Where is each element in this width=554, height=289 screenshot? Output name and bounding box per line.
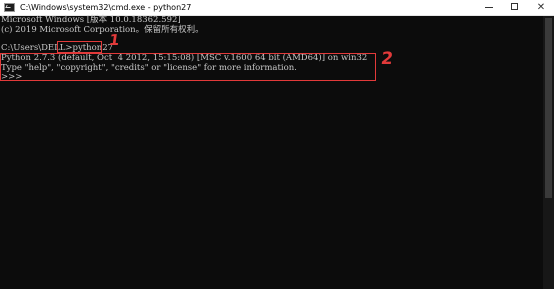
annotation-box-python-output (0, 53, 376, 81)
minimize-button[interactable] (476, 0, 502, 15)
title-bar[interactable]: C:\Windows\system32\cmd.exe - python27 ✕ (0, 0, 554, 16)
maximize-icon (511, 3, 518, 10)
close-button[interactable]: ✕ (528, 0, 554, 15)
scrollbar-thumb[interactable] (545, 18, 552, 198)
window-title: C:\Windows\system32\cmd.exe - python27 (20, 3, 192, 12)
annotation-label-1: 1 (107, 31, 121, 49)
minimize-icon (485, 7, 493, 8)
cmd-window: C:\Windows\system32\cmd.exe - python27 ✕… (0, 0, 554, 289)
cmd-icon (4, 3, 15, 12)
maximize-button[interactable] (502, 0, 528, 15)
console-line-copyright: (c) 2019 Microsoft Corporation。保留所有权利。 (1, 25, 204, 35)
close-icon: ✕ (536, 2, 546, 13)
annotation-label-2: 2 (379, 49, 395, 69)
annotation-box-command (57, 41, 102, 53)
console-line-version: Microsoft Windows [版本 10.0.18362.592] (1, 15, 181, 25)
